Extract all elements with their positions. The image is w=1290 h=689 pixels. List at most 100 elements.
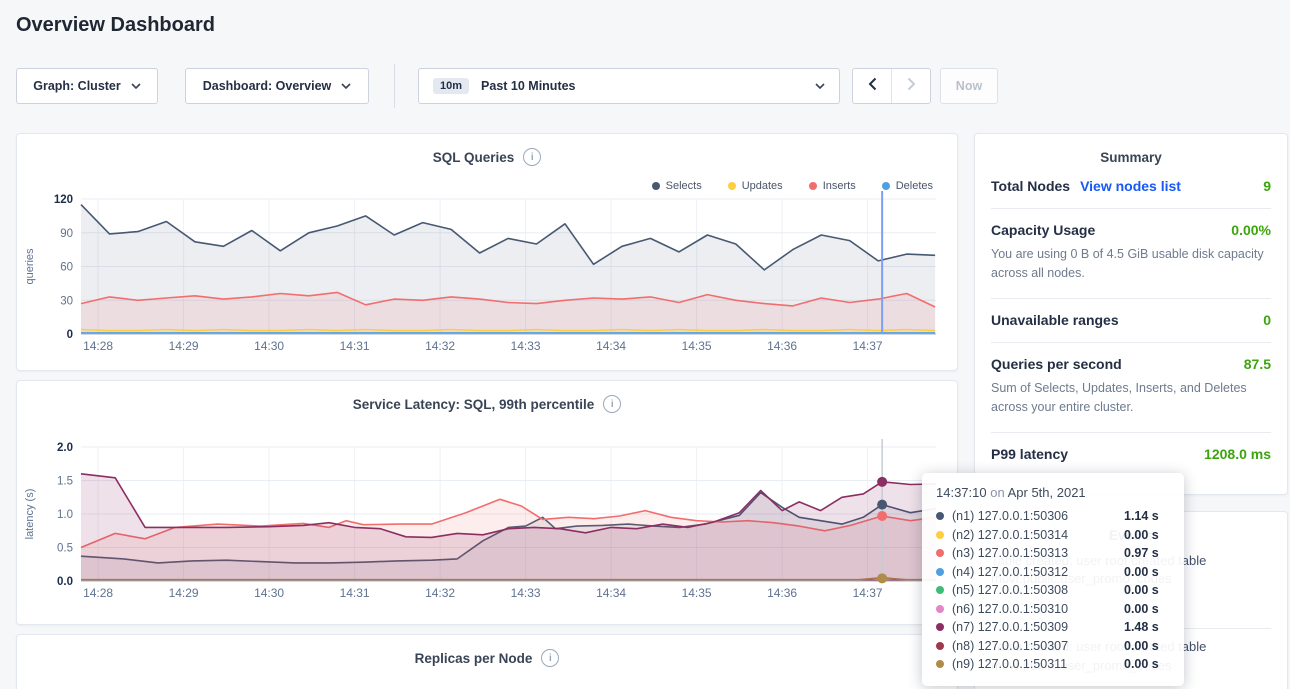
node-label: (n1) 127.0.0.1:50306 — [952, 509, 1116, 523]
time-range-badge: 10m — [433, 78, 469, 94]
info-icon[interactable]: i — [523, 148, 541, 166]
svg-text:14:32: 14:32 — [425, 586, 455, 600]
hover-dot — [877, 511, 887, 521]
svg-text:14:35: 14:35 — [682, 339, 712, 353]
node-label: (n2) 127.0.0.1:50314 — [952, 528, 1116, 542]
chevron-left-icon — [868, 77, 877, 96]
hover-dot — [877, 573, 887, 583]
svg-text:14:37: 14:37 — [853, 586, 883, 600]
node-dot — [936, 623, 944, 631]
node-dot — [936, 605, 944, 613]
node-dot — [936, 586, 944, 594]
node-dot — [936, 642, 944, 650]
svg-text:14:32: 14:32 — [425, 339, 455, 353]
controls-divider — [394, 64, 395, 108]
summary-row: Unavailable ranges0 — [991, 298, 1271, 342]
service-latency-card: Service Latency: SQL, 99th percentile i … — [16, 380, 958, 625]
node-value: 1.48 s — [1124, 620, 1170, 634]
summary-row: Queries per second87.5Sum of Selects, Up… — [991, 342, 1271, 432]
chart-title: Service Latency: SQL, 99th percentile i — [17, 381, 957, 413]
next-range-button[interactable] — [891, 69, 930, 103]
graph-dropdown[interactable]: Graph: Cluster — [16, 68, 158, 104]
svg-text:14:29: 14:29 — [169, 586, 199, 600]
replicas-per-node-card: Replicas per Node i — [16, 634, 958, 689]
time-range-picker[interactable]: 10m Past 10 Minutes — [418, 68, 840, 104]
svg-text:120: 120 — [54, 194, 73, 206]
node-dot — [936, 568, 944, 576]
info-icon[interactable]: i — [541, 649, 559, 667]
node-label: (n9) 127.0.0.1:50311 — [952, 657, 1116, 671]
summary-desc: Sum of Selects, Updates, Inserts, and De… — [991, 379, 1271, 418]
svg-text:90: 90 — [60, 228, 73, 240]
svg-text:14:33: 14:33 — [511, 586, 541, 600]
prev-range-button[interactable] — [853, 69, 891, 103]
time-range-label: Past 10 Minutes — [481, 79, 575, 93]
svg-text:14:36: 14:36 — [767, 586, 797, 600]
summary-desc: You are using 0 B of 4.5 GiB usable disk… — [991, 245, 1271, 284]
svg-text:14:37: 14:37 — [853, 339, 883, 353]
graph-dropdown-label: Graph: Cluster — [33, 79, 121, 93]
summary-value: 0 — [1263, 312, 1271, 328]
svg-text:latency (s): latency (s) — [24, 489, 36, 540]
chevron-down-icon — [341, 83, 351, 89]
node-label: (n7) 127.0.0.1:50309 — [952, 620, 1116, 634]
tooltip-row: (n4) 127.0.0.1:50312 0.00 s — [936, 563, 1170, 582]
summary-card: Summary Total NodesView nodes list9Capac… — [974, 133, 1288, 495]
tooltip-header: 14:37:10 on Apr 5th, 2021 — [936, 485, 1170, 500]
tooltip-row: (n8) 127.0.0.1:503070.00 s — [936, 637, 1170, 656]
node-label: (n5) 127.0.0.1:50308 — [952, 583, 1116, 597]
svg-text:14:34: 14:34 — [596, 586, 626, 600]
tooltip-row: (n2) 127.0.0.1:50314 0.00 s — [936, 526, 1170, 545]
tooltip-row: (n9) 127.0.0.1:50311 0.00 s — [936, 655, 1170, 674]
svg-text:14:30: 14:30 — [254, 586, 284, 600]
svg-text:14:35: 14:35 — [682, 586, 712, 600]
node-value: 0.00 s — [1124, 565, 1170, 579]
node-value: 0.00 s — [1124, 528, 1170, 542]
view-nodes-link[interactable]: View nodes list — [1080, 178, 1181, 194]
summary-value: 9 — [1263, 178, 1271, 194]
node-value: 0.00 s — [1124, 657, 1170, 671]
tooltip-row: (n1) 127.0.0.1:50306 1.14 s — [936, 507, 1170, 526]
now-button[interactable]: Now — [940, 68, 998, 104]
chart-title-text: SQL Queries — [433, 150, 515, 165]
tooltip-time: 14:37:10 — [936, 485, 987, 500]
svg-text:1.0: 1.0 — [57, 509, 73, 521]
tooltip-row: (n7) 127.0.0.1:50309 1.48 s — [936, 618, 1170, 637]
time-nav-group — [852, 68, 931, 104]
summary-label: Total Nodes — [991, 178, 1070, 194]
summary-row: Capacity Usage0.00%You are using 0 B of … — [991, 208, 1271, 298]
hover-dot — [877, 477, 887, 487]
node-value: 0.00 s — [1124, 583, 1170, 597]
svg-text:14:30: 14:30 — [254, 339, 284, 353]
node-label: (n4) 127.0.0.1:50312 — [952, 565, 1116, 579]
hover-tooltip: 14:37:10 on Apr 5th, 2021 (n1) 127.0.0.1… — [922, 473, 1184, 686]
node-dot — [936, 531, 944, 539]
node-value: 0.97 s — [1124, 546, 1170, 560]
tooltip-row: (n5) 127.0.0.1:50308 0.00 s — [936, 581, 1170, 600]
hover-dot — [877, 500, 887, 510]
dashboard-dropdown[interactable]: Dashboard: Overview — [185, 68, 369, 104]
tooltip-on: on — [990, 485, 1004, 500]
node-label: (n3) 127.0.0.1:50313 — [952, 546, 1116, 560]
chart-plot[interactable]: 14:2814:2914:3014:3114:3214:3314:3414:35… — [17, 184, 959, 370]
svg-text:14:29: 14:29 — [169, 339, 199, 353]
chart-plot[interactable]: 14:2814:2914:3014:3114:3214:3314:3414:35… — [17, 425, 959, 615]
chevron-right-icon — [907, 77, 916, 96]
info-icon[interactable]: i — [603, 395, 621, 413]
chart-title-text: Service Latency: SQL, 99th percentile — [353, 397, 595, 412]
node-value: 1.14 s — [1124, 509, 1170, 523]
svg-text:14:28: 14:28 — [83, 586, 113, 600]
node-value: 0.00 s — [1124, 602, 1170, 616]
page-title: Overview Dashboard — [16, 14, 215, 37]
summary-label: Capacity Usage — [991, 222, 1095, 238]
chevron-down-icon — [131, 83, 141, 89]
tooltip-rows: (n1) 127.0.0.1:50306 1.14 s (n2) 127.0.0.1… — [936, 507, 1170, 674]
svg-text:14:34: 14:34 — [596, 339, 626, 353]
sql-queries-card: SQL Queries i SelectsUpdatesInsertsDelet… — [16, 133, 958, 371]
svg-text:14:28: 14:28 — [83, 339, 113, 353]
tooltip-row: (n6) 127.0.0.1:503100.00 s — [936, 600, 1170, 619]
summary-value: 1208.0 ms — [1204, 446, 1271, 462]
svg-text:60: 60 — [60, 262, 73, 274]
summary-row: Total Nodes View nodes list 9 — [991, 165, 1271, 208]
svg-text:0.0: 0.0 — [57, 576, 73, 588]
